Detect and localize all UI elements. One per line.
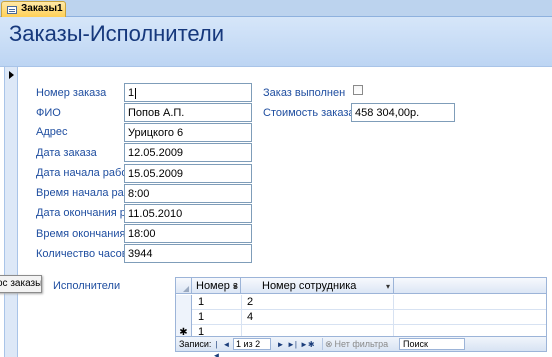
column-header-order-number-label: Номер з — [196, 280, 238, 292]
work-start-time-field[interactable]: 8:00 — [124, 184, 252, 203]
row-selector[interactable] — [176, 310, 192, 325]
end-date-field[interactable]: 11.05.2010 — [124, 204, 252, 223]
end-date-label: Дата окончания р — [36, 207, 124, 219]
first-record-icon[interactable]: |◄ — [212, 339, 221, 357]
order-number-field[interactable]: 1 — [124, 83, 252, 102]
last-record-icon[interactable]: ►| — [286, 339, 298, 350]
filter-label: Нет фильтра — [334, 339, 389, 349]
record-selector[interactable] — [4, 67, 18, 357]
end-time-label: Время окончания — [36, 228, 124, 240]
column-header-order-number[interactable]: Номер з ▾ — [193, 278, 241, 294]
work-start-date-label: Дата начала работ — [36, 167, 124, 179]
access-form-window: Заказы1 Заказы-Исполнители Номер заказа … — [0, 0, 552, 357]
prev-record-icon[interactable]: ◄ — [222, 339, 231, 350]
form-title: Заказы-Исполнители — [9, 21, 225, 46]
address-label: Адрес — [36, 126, 68, 138]
full-name-label: ФИО — [36, 107, 61, 119]
cell-employee-number[interactable]: 4 — [242, 310, 394, 325]
table-row[interactable]: 1 2 — [176, 295, 546, 310]
new-record-nav-icon[interactable]: ►✱ — [300, 339, 315, 350]
cell-employee-number[interactable]: 2 — [242, 295, 394, 310]
record-navigation-bar: Записи: |◄ ◄ 1 из 2 ► ►| ►✱ ⊗ Нет фильтра… — [176, 336, 546, 357]
sort-dropdown-icon[interactable]: ▾ — [233, 279, 237, 294]
record-position-input[interactable]: 1 из 2 — [233, 338, 271, 350]
column-header-employee-number-label: Номер сотрудника — [262, 280, 357, 292]
sort-dropdown-icon[interactable]: ▾ — [386, 279, 390, 294]
search-input[interactable]: Поиск — [399, 338, 465, 350]
row-selector[interactable] — [176, 295, 192, 310]
work-start-date-field[interactable]: 15.05.2009 — [124, 164, 252, 183]
document-tab-strip: Заказы1 — [0, 0, 552, 17]
subform-grid-header: Номер з ▾ Номер сотрудника ▾ — [176, 278, 546, 294]
tooltip: ос заказы — [0, 275, 42, 293]
current-record-arrow-icon — [9, 71, 14, 79]
text-cursor — [135, 87, 137, 99]
document-tab-orders1[interactable]: Заказы1 — [1, 1, 66, 17]
completed-label: Заказ выполнен — [263, 87, 346, 99]
performers-label: Исполнители — [53, 280, 121, 292]
select-all-corner[interactable] — [176, 278, 192, 294]
filter-toggle[interactable]: ⊗ Нет фильтра — [322, 338, 398, 350]
order-date-label: Дата заказа — [36, 147, 97, 159]
cost-label: Стоимость заказа — [263, 107, 351, 119]
document-tab-label: Заказы1 — [21, 3, 63, 14]
cell-order-number[interactable]: 1 — [193, 310, 242, 325]
hours-label: Количество часов — [36, 248, 124, 260]
form-icon — [7, 6, 17, 14]
order-date-field[interactable]: 12.05.2009 — [124, 143, 252, 162]
hours-field[interactable]: 3944 — [124, 244, 252, 263]
order-number-value: 1 — [128, 87, 135, 99]
performers-subform: Номер з ▾ Номер сотрудника ▾ 1 2 1 4 ✱ 1… — [175, 277, 547, 357]
work-start-time-label: Время начала раб — [36, 187, 124, 199]
column-header-employee-number[interactable]: Номер сотрудника ▾ — [242, 278, 394, 294]
next-record-icon[interactable]: ► — [276, 339, 285, 350]
table-row[interactable]: 1 4 — [176, 310, 546, 325]
end-time-field[interactable]: 18:00 — [124, 224, 252, 243]
cost-field[interactable]: 458 304,00р. — [351, 103, 455, 122]
filter-icon: ⊗ — [325, 339, 333, 349]
order-number-label: Номер заказа — [36, 87, 107, 99]
address-field[interactable]: Урицкого 6 — [124, 123, 252, 142]
completed-checkbox[interactable] — [353, 85, 363, 95]
cell-order-number[interactable]: 1 — [193, 295, 242, 310]
records-label: Записи: — [179, 339, 212, 349]
full-name-field[interactable]: Попов А.П. — [124, 103, 252, 122]
form-header: Заказы-Исполнители — [0, 17, 552, 67]
